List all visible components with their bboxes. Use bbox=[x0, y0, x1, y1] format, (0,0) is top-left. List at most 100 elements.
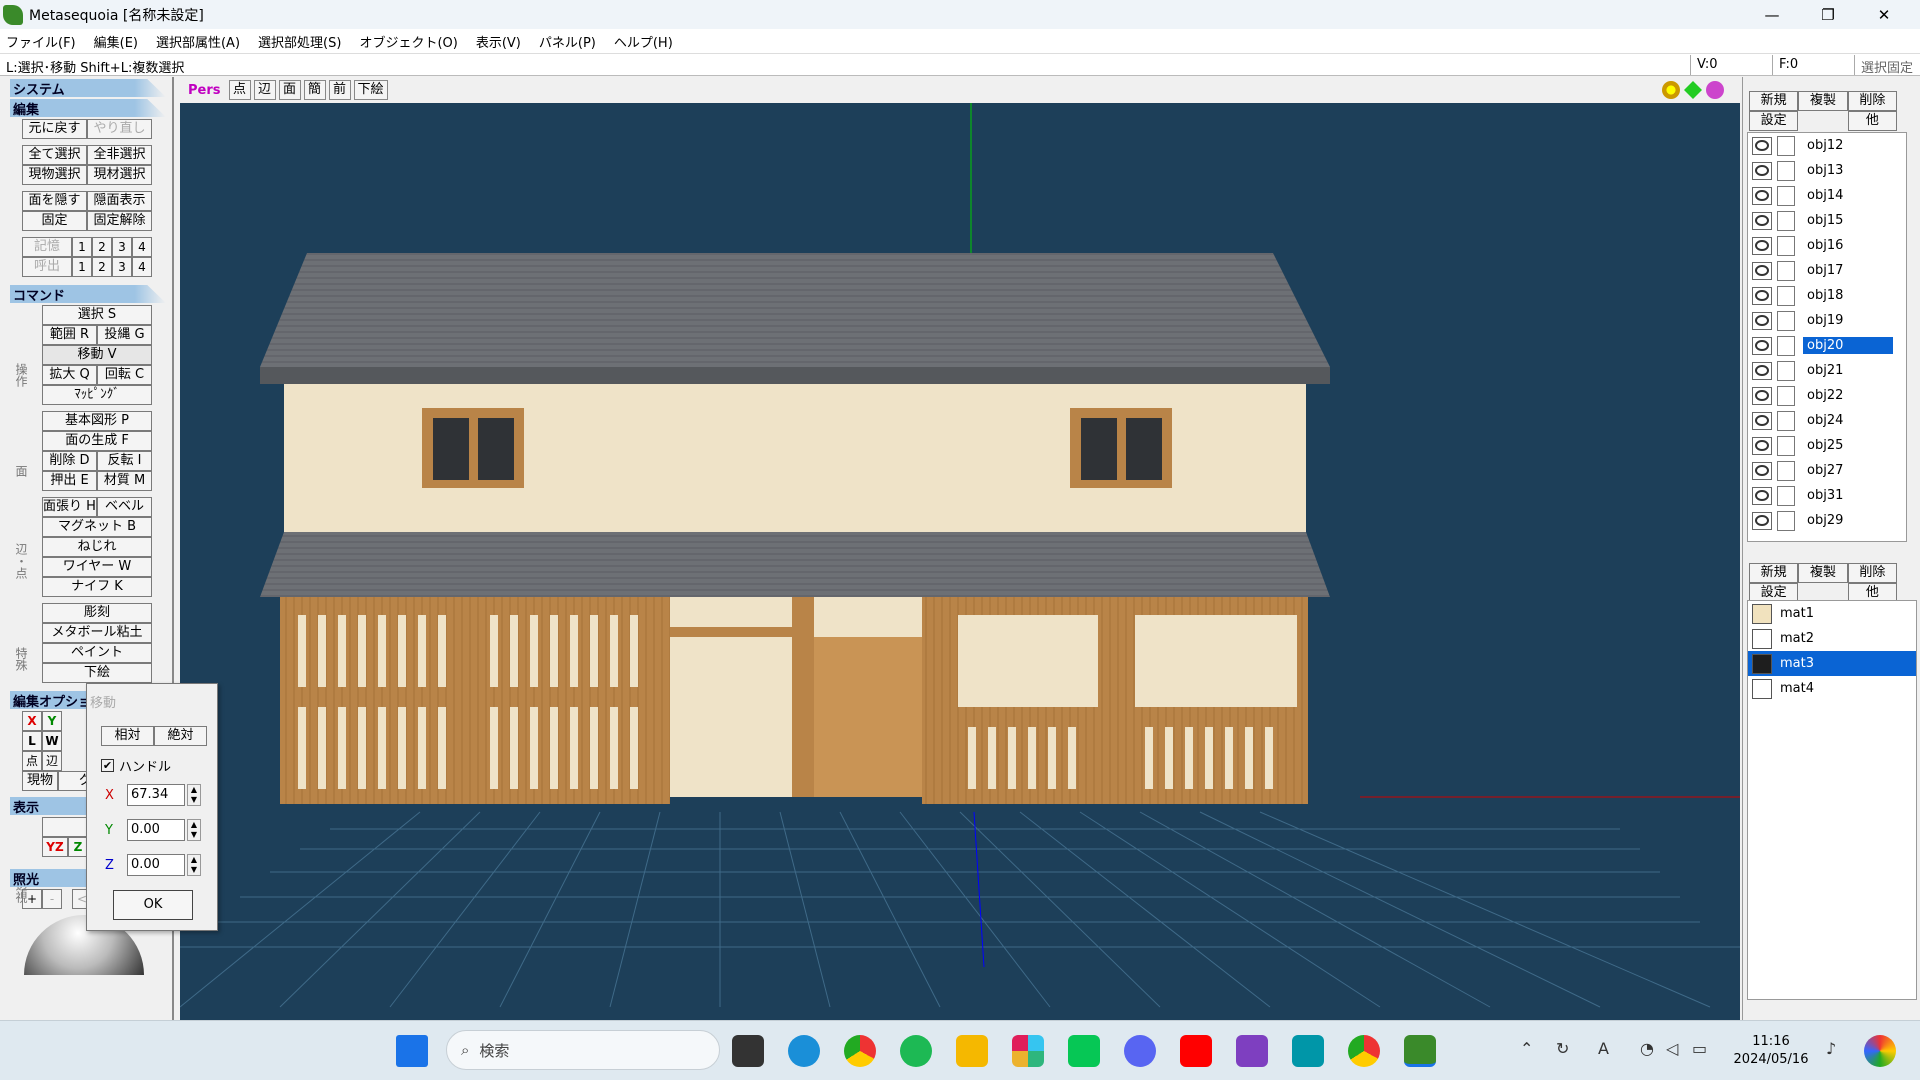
new-material-button[interactable]: 新規 bbox=[1749, 563, 1799, 583]
material-name[interactable]: mat3 bbox=[1780, 656, 1814, 671]
axis-x-toggle[interactable]: X bbox=[22, 711, 42, 731]
object-name[interactable]: obj20 bbox=[1802, 336, 1894, 355]
visibility-eye-icon[interactable] bbox=[1752, 436, 1772, 455]
recall-slot-3[interactable]: 3 bbox=[112, 257, 132, 277]
deselect-all-button[interactable]: 全非選択 bbox=[87, 145, 152, 165]
memory-slot-4[interactable]: 4 bbox=[132, 237, 152, 257]
object-name[interactable]: obj24 bbox=[1803, 412, 1893, 429]
visibility-eye-icon[interactable] bbox=[1752, 386, 1772, 405]
recall-slot-2[interactable]: 2 bbox=[92, 257, 112, 277]
mapping-button[interactable]: ﾏｯﾋﾟﾝｸﾞ bbox=[42, 385, 152, 405]
minimize-button[interactable]: — bbox=[1744, 0, 1800, 29]
front-view-button[interactable]: 前 bbox=[328, 80, 351, 100]
underlay-button[interactable]: 下絵 bbox=[42, 663, 152, 683]
clock[interactable]: 11:16 2024/05/16 bbox=[1726, 1033, 1816, 1069]
select-material-button[interactable]: 現材選択 bbox=[87, 165, 152, 185]
flip-button[interactable]: 反転 I bbox=[97, 451, 152, 471]
menu-help[interactable]: ヘルプ(H) bbox=[614, 32, 673, 51]
material-row[interactable]: mat2 bbox=[1748, 626, 1916, 651]
object-settings-button[interactable]: 設定 bbox=[1749, 111, 1799, 131]
wifi-icon[interactable]: ◔ bbox=[1640, 1039, 1654, 1058]
recall-slot-4[interactable]: 4 bbox=[132, 257, 152, 277]
object-row[interactable]: obj12 bbox=[1748, 133, 1906, 158]
chevron-up-icon[interactable]: ⌃ bbox=[1520, 1039, 1533, 1058]
object-row[interactable]: obj20 bbox=[1748, 333, 1906, 358]
object-name[interactable]: obj21 bbox=[1803, 362, 1893, 379]
metaball-button[interactable]: メタボール粘土 bbox=[42, 623, 152, 643]
new-object-button[interactable]: 新規 bbox=[1749, 91, 1799, 111]
object-name[interactable]: obj12 bbox=[1803, 137, 1893, 154]
object-name[interactable]: obj15 bbox=[1803, 212, 1893, 229]
copilot-icon[interactable] bbox=[1864, 1035, 1896, 1067]
visibility-eye-icon[interactable] bbox=[1752, 236, 1772, 255]
redo-button[interactable]: やり直し bbox=[87, 119, 152, 139]
show-hidden-button[interactable]: 隠面表示 bbox=[87, 191, 152, 211]
object-name[interactable]: obj25 bbox=[1803, 437, 1893, 454]
edge-browser-icon[interactable] bbox=[788, 1035, 820, 1067]
duplicate-object-button[interactable]: 複製 bbox=[1798, 91, 1848, 111]
yz-view-button[interactable]: YZ bbox=[42, 837, 68, 857]
underlay-toggle[interactable]: 下絵 bbox=[353, 80, 388, 100]
face-display-toggle[interactable]: 面 bbox=[278, 80, 301, 100]
chrome-profile-icon[interactable] bbox=[1348, 1035, 1380, 1067]
select-object-button[interactable]: 現物選択 bbox=[22, 165, 87, 185]
visibility-eye-icon[interactable] bbox=[1752, 136, 1772, 155]
pan-icon[interactable] bbox=[1684, 81, 1702, 99]
youtube-icon[interactable] bbox=[1180, 1035, 1212, 1067]
material-name[interactable]: mat2 bbox=[1780, 631, 1814, 646]
memory-slot-1[interactable]: 1 bbox=[72, 237, 92, 257]
object-row[interactable]: obj25 bbox=[1748, 433, 1906, 458]
lock-toggle[interactable] bbox=[1777, 360, 1795, 381]
material-row[interactable]: mat1 bbox=[1748, 601, 1916, 626]
visibility-eye-icon[interactable] bbox=[1752, 261, 1772, 280]
rotate-view-icon[interactable] bbox=[1706, 81, 1724, 99]
duplicate-material-button[interactable]: 複製 bbox=[1798, 563, 1848, 583]
vertex-display-toggle[interactable]: 点 bbox=[228, 80, 251, 100]
object-name[interactable]: obj14 bbox=[1803, 187, 1893, 204]
wire-button[interactable]: ワイヤー W bbox=[42, 557, 152, 577]
projection-toggle[interactable]: Pers bbox=[188, 83, 221, 98]
close-button[interactable]: ✕ bbox=[1856, 0, 1912, 29]
extrude-button[interactable]: 押出 E bbox=[42, 471, 97, 491]
lock-toggle[interactable] bbox=[1777, 310, 1795, 331]
visibility-eye-icon[interactable] bbox=[1752, 336, 1772, 355]
system-header[interactable]: システム bbox=[10, 79, 166, 97]
point-toggle[interactable]: 点 bbox=[22, 751, 42, 771]
menu-file[interactable]: ファイル(F) bbox=[6, 32, 76, 51]
move-button[interactable]: 移動 V bbox=[42, 345, 152, 365]
y-value-field[interactable]: 0.00 bbox=[127, 819, 185, 841]
edit-header[interactable]: 編集 bbox=[10, 99, 166, 117]
lock-toggle[interactable] bbox=[1777, 135, 1795, 156]
twist-button[interactable]: ねじれ bbox=[42, 537, 152, 557]
menu-object[interactable]: オブジェクト(O) bbox=[359, 32, 457, 51]
lock-toggle[interactable] bbox=[1777, 385, 1795, 406]
object-name[interactable]: obj22 bbox=[1803, 387, 1893, 404]
sync-icon[interactable]: ↻ bbox=[1556, 1039, 1569, 1058]
zoom-icon[interactable] bbox=[1662, 81, 1680, 99]
lock-toggle[interactable] bbox=[1777, 160, 1795, 181]
material-button[interactable]: 材質 M bbox=[97, 471, 152, 491]
sculpt-button[interactable]: 彫刻 bbox=[42, 603, 152, 623]
undo-button[interactable]: 元に戻す bbox=[22, 119, 87, 139]
menu-view[interactable]: 表示(V) bbox=[476, 32, 521, 51]
visibility-eye-icon[interactable] bbox=[1752, 361, 1772, 380]
basic-shapes-button[interactable]: 基本図形 P bbox=[42, 411, 152, 431]
restore-button[interactable]: ❐ bbox=[1800, 0, 1856, 29]
visibility-eye-icon[interactable] bbox=[1752, 461, 1772, 480]
line-icon[interactable] bbox=[1068, 1035, 1100, 1067]
object-row[interactable]: obj29 bbox=[1748, 508, 1906, 533]
slack-icon[interactable] bbox=[1012, 1035, 1044, 1067]
unfix-button[interactable]: 固定解除 bbox=[87, 211, 152, 231]
menu-edit[interactable]: 編集(E) bbox=[94, 32, 138, 51]
material-list[interactable]: mat1 mat2 mat3 mat4 bbox=[1747, 600, 1917, 1000]
local-toggle[interactable]: L bbox=[22, 731, 42, 751]
object-name[interactable]: obj19 bbox=[1803, 312, 1893, 329]
maya-icon[interactable] bbox=[1292, 1035, 1324, 1067]
visibility-eye-icon[interactable] bbox=[1752, 411, 1772, 430]
visual-studio-icon[interactable] bbox=[1236, 1035, 1268, 1067]
object-name[interactable]: obj18 bbox=[1803, 287, 1893, 304]
handle-checkbox[interactable]: ✔ ハンドル bbox=[101, 756, 171, 775]
command-header[interactable]: コマンド bbox=[10, 285, 166, 303]
z-value-field[interactable]: 0.00 bbox=[127, 854, 185, 876]
paint-button[interactable]: ペイント bbox=[42, 643, 152, 663]
